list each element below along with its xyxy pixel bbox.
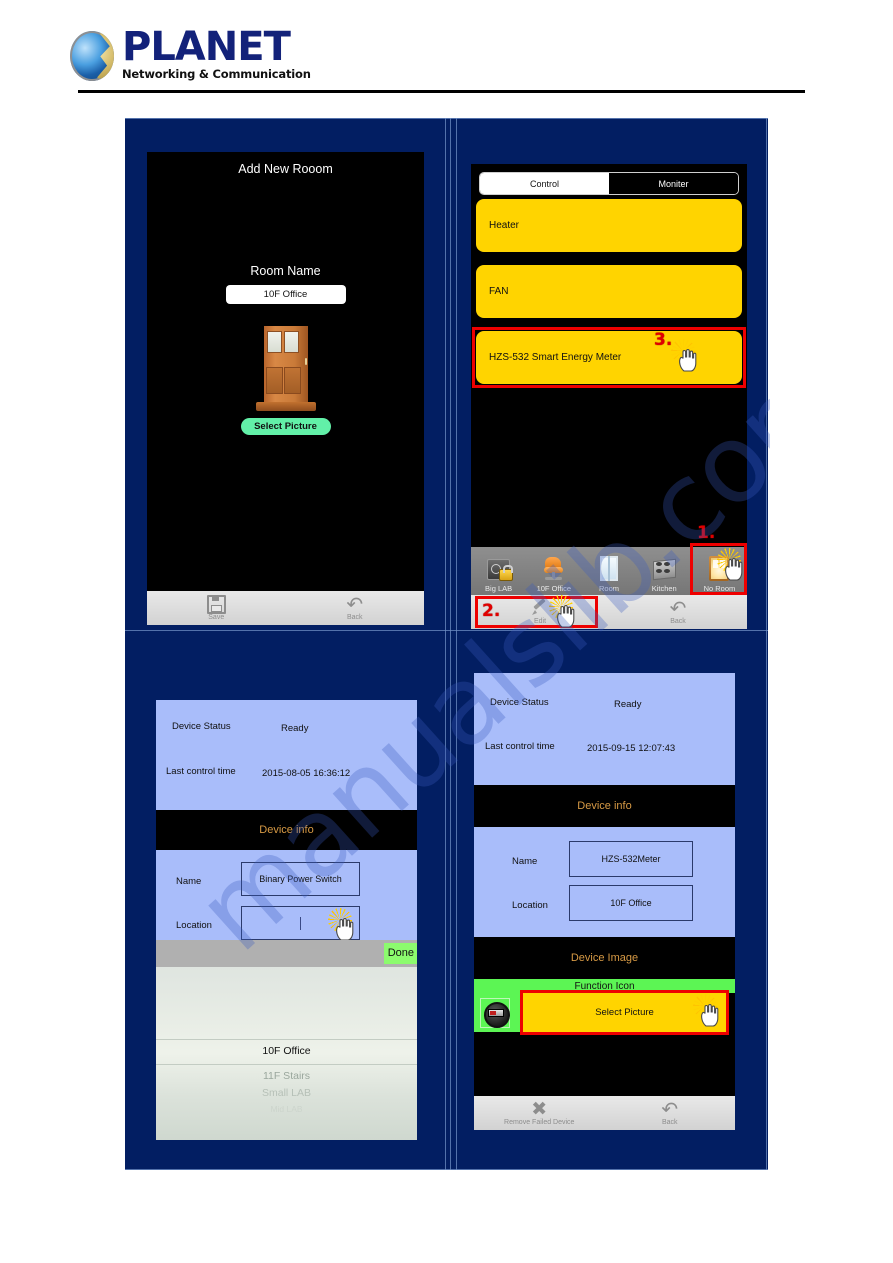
back-arrow-icon: ↶ <box>669 596 687 620</box>
remove-failed-device-button[interactable]: ✖ Remove Failed Device <box>474 1096 605 1130</box>
function-icon-swatch <box>474 993 521 1032</box>
back-label-2: Back <box>670 617 686 625</box>
save-icon <box>206 594 226 614</box>
phone-screen-3: Device Status Ready Last control time 20… <box>156 700 417 1140</box>
device-status-value-4: Ready <box>614 699 642 710</box>
header-divider <box>78 90 805 93</box>
device-row-fan[interactable]: FAN <box>476 265 742 318</box>
planet-logo: PLANET Networking & Communication <box>70 24 311 81</box>
status-card-3: Device Status Ready Last control time 20… <box>156 700 417 810</box>
last-control-label-4: Last control time <box>485 741 555 752</box>
room-item-10f-office[interactable]: 10F Office <box>526 547 581 595</box>
figure-grid: Add New Rooom Room Name 10F Office Selec… <box>125 118 768 1170</box>
select-picture-button[interactable]: Select Picture <box>240 418 331 435</box>
keyboard-toolbar: Done <box>156 940 417 967</box>
column-divider-a <box>445 118 446 1170</box>
device-info-card-3: Name Binary Power Switch Location <box>156 850 417 942</box>
tab-moniter[interactable]: Moniter <box>609 173 738 194</box>
picker-option-4[interactable]: Mid LAB <box>156 1104 417 1114</box>
back-label: Back <box>346 613 363 621</box>
location-label-3: Location <box>176 920 212 931</box>
brand-tagline: Networking & Communication <box>122 67 311 81</box>
room-item-room[interactable]: Room <box>581 547 636 595</box>
last-control-value-3: 2015-08-05 16:36:12 <box>262 768 351 779</box>
back-button-4[interactable]: ↶ Back <box>605 1096 736 1130</box>
panel-device-detail-meter: Device Status Ready Last control time 20… <box>457 631 766 1169</box>
office-chair-icon <box>541 555 567 583</box>
annotation-3: 3. <box>654 330 673 350</box>
back-arrow-icon: ↶ <box>661 1097 679 1121</box>
location-label-4: Location <box>512 900 548 911</box>
figure-right-edge <box>766 118 767 1170</box>
room-item-big-lab[interactable]: Big LAB <box>471 547 526 595</box>
save-button[interactable]: Save <box>147 591 286 625</box>
page-header: PLANET Networking & Communication <box>0 0 893 100</box>
device-status-value-3: Ready <box>281 723 309 734</box>
room-name-input[interactable]: 10F Office <box>225 285 346 304</box>
device-status-label-4: Device Status <box>490 697 549 708</box>
picker-option-3[interactable]: Small LAB <box>156 1087 417 1099</box>
device-info-header-4: Device info <box>474 785 735 827</box>
planet-globe-icon <box>70 30 114 81</box>
name-label-4: Name <box>512 856 538 867</box>
panel-add-new-room: Add New Rooom Room Name 10F Office Selec… <box>125 118 445 630</box>
keyboard-done-button[interactable]: Done <box>383 943 417 964</box>
tab-control[interactable]: Control <box>480 173 609 194</box>
location-picker[interactable]: 10F Office 11F Stairs Small LAB Mid LAB <box>156 967 417 1140</box>
tap-cursor-location <box>328 908 358 942</box>
last-control-value-4: 2015-09-15 12:07:43 <box>587 743 676 754</box>
location-input-4[interactable]: 10F Office <box>569 885 693 921</box>
picker-option-selected[interactable]: 10F Office <box>156 1045 417 1057</box>
text-caret <box>300 916 301 930</box>
room-label-room: Room <box>599 584 620 593</box>
safe-lock-icon <box>486 555 513 583</box>
last-control-label-3: Last control time <box>166 766 236 777</box>
back-button[interactable]: ↶ Back <box>286 591 425 625</box>
figure-bottom-edge <box>125 1169 768 1170</box>
room-label-big-lab: Big LAB <box>485 584 513 593</box>
device-status-label-3: Device Status <box>172 721 231 732</box>
name-input-4[interactable]: HZS-532Meter <box>569 841 693 877</box>
name-label-3: Name <box>176 876 202 887</box>
status-card-4: Device Status Ready Last control time 20… <box>474 673 735 785</box>
remove-x-icon: ✖ <box>531 1098 548 1120</box>
annotation-2: 2. <box>482 601 501 621</box>
wooden-door-icon <box>255 322 316 412</box>
energy-meter-icon <box>480 998 510 1028</box>
window-icon <box>596 555 622 583</box>
annotation-1: 1. <box>697 523 716 543</box>
remove-failed-device-label: Remove Failed Device <box>504 1118 575 1126</box>
room-label-kitchen: Kitchen <box>651 584 677 593</box>
device-image-header: Device Image <box>474 937 735 979</box>
back-arrow-icon: ↶ <box>346 592 364 616</box>
picker-option-2[interactable]: 11F Stairs <box>156 1070 417 1082</box>
tap-cursor-no-room <box>717 548 747 582</box>
phone-screen-2: Control Moniter Heater FAN HZS-532 Smart… <box>471 164 747 629</box>
column-divider-b <box>450 118 451 1170</box>
panel1-bottom-bar: Save ↶ Back <box>147 591 424 625</box>
tap-cursor-select-picture <box>693 994 723 1028</box>
name-input-3[interactable]: Binary Power Switch <box>241 862 360 896</box>
stove-icon <box>651 555 677 583</box>
device-info-card-4: Name HZS-532Meter Location 10F Office <box>474 827 735 937</box>
phone-screen-4: Device Status Ready Last control time 20… <box>474 673 735 1130</box>
control-monitor-tabs: Control Moniter <box>479 172 739 195</box>
phone-screen-1: Add New Rooom Room Name 10F Office Selec… <box>147 152 424 625</box>
room-item-kitchen[interactable]: Kitchen <box>637 547 692 595</box>
device-row-heater[interactable]: Heater <box>476 199 742 252</box>
back-label-4: Back <box>661 1118 678 1126</box>
panel-device-list: Control Moniter Heater FAN HZS-532 Smart… <box>457 118 766 630</box>
brand-name: PLANET <box>122 24 291 70</box>
room-label-10f-office: 10F Office <box>536 584 572 593</box>
panel-device-detail-switch: Device Status Ready Last control time 20… <box>125 631 445 1169</box>
add-room-title: Add New Rooom <box>238 162 333 176</box>
highlight-device-row <box>472 327 746 388</box>
save-label: Save <box>208 613 225 621</box>
room-name-label: Room Name <box>250 264 321 278</box>
tap-cursor-edit <box>549 595 579 629</box>
device-info-header-3: Device info <box>156 810 417 850</box>
panel4-bottom-bar: ✖ Remove Failed Device ↶ Back <box>474 1096 735 1130</box>
back-button-2[interactable]: ↶ Back <box>609 595 747 629</box>
tap-cursor-device <box>671 339 701 373</box>
